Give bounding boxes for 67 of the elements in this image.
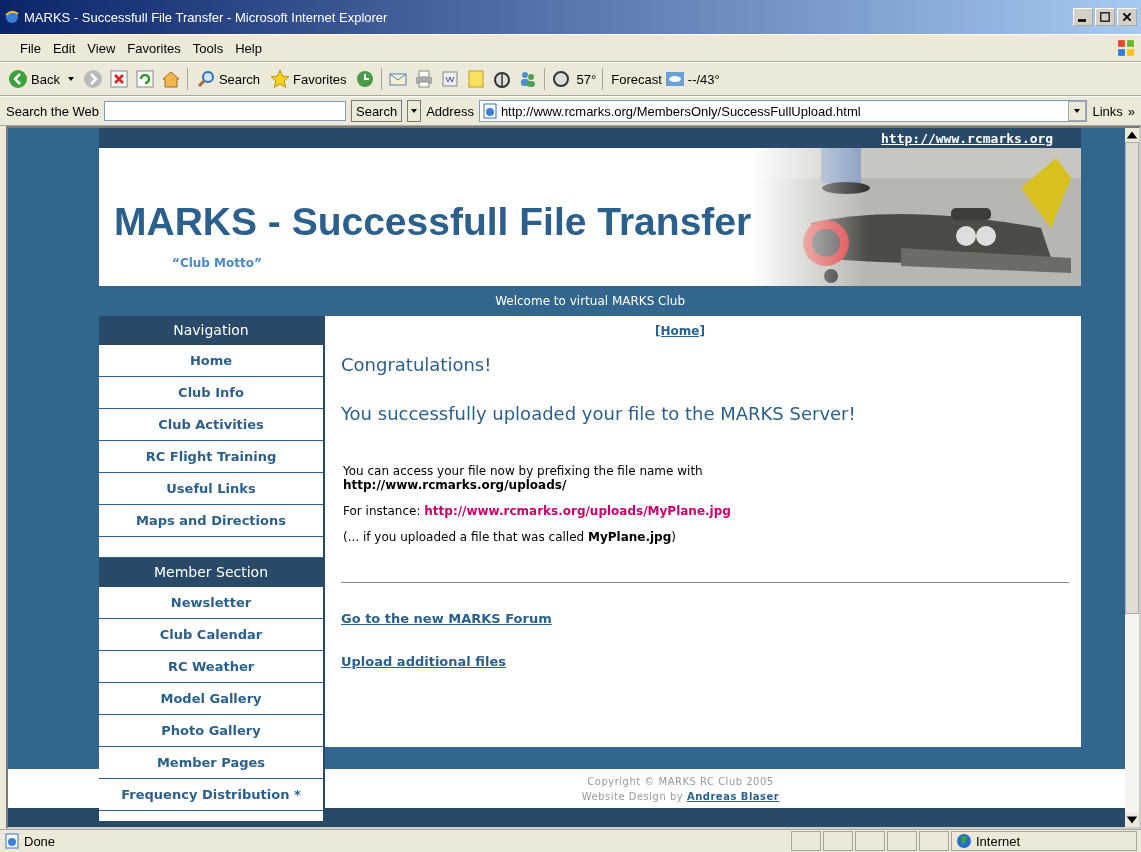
search-web-label: Search the Web [6, 103, 99, 119]
minimize-icon [1078, 19, 1086, 22]
menu-item[interactable]: Tools [192, 40, 224, 56]
star-icon [270, 69, 291, 89]
menu-item[interactable]: Edit [52, 40, 76, 56]
links-label[interactable]: Links [1092, 103, 1123, 119]
menu-item[interactable]: Favorites [127, 40, 181, 56]
sidebar-heading: Navigation [99, 316, 323, 345]
success-heading: You successfully uploaded your file to the MARKS Server! [341, 403, 857, 424]
globe-icon [956, 833, 972, 849]
close-icon [1120, 11, 1134, 23]
site-link[interactable]: http://www.rcmarks.org [881, 130, 1054, 146]
zone-text: Internet [976, 833, 1021, 849]
forward-icon[interactable] [82, 69, 103, 89]
search-field[interactable] [104, 101, 346, 121]
menu-item[interactable]: File [20, 40, 41, 56]
sidebar-heading: Member Section [99, 558, 323, 587]
search-button[interactable]: Search [351, 100, 403, 122]
page-heading: MARKS - Successfull File Transfer [114, 200, 752, 244]
design-credit: Website Design by [581, 790, 684, 802]
maximize-button[interactable] [1095, 8, 1115, 26]
note-text: (... if you uploaded a file that was called MyPlane.jpg) [343, 530, 677, 544]
menu-item[interactable]: Help [235, 40, 262, 56]
minimize-button[interactable] [1073, 8, 1093, 26]
access-text: You can access your file now by prefixing the file name with [343, 464, 703, 478]
page-icon [481, 103, 498, 119]
browser-logo-icon [4, 9, 20, 25]
temperature: 57° [576, 71, 597, 87]
windows-flag-icon [1117, 39, 1135, 57]
scroll-up-icon[interactable] [1125, 128, 1139, 142]
close-button[interactable] [1117, 8, 1137, 26]
print-icon[interactable] [413, 69, 434, 89]
address-label: Address [426, 103, 474, 119]
instance-label: For instance: [343, 504, 421, 518]
menu-item[interactable]: View [87, 40, 116, 56]
favorites-button[interactable]: Favorites [268, 69, 349, 89]
caret-icon [410, 107, 419, 115]
search-icon [195, 69, 216, 89]
example-url: http://www.rcmarks.org/uploads/MyPlane.jpg [424, 504, 731, 518]
home-link[interactable]: [Home] [655, 324, 705, 338]
status-text: Done [24, 833, 56, 849]
scroll-down-icon[interactable] [1125, 813, 1139, 827]
congratulations-heading: Congratulations! [341, 354, 493, 375]
designer-link[interactable]: Andreas Blaser [686, 790, 780, 802]
welcome-text: Welcome to virtual MARKS Club [495, 294, 686, 308]
back-button[interactable]: Back [6, 69, 77, 89]
content-link[interactable]: Go to the new MARKS Forum [341, 611, 1070, 626]
content-link[interactable]: Upload additional files [341, 654, 1070, 669]
cloud-icon [664, 69, 685, 89]
search-button[interactable]: Search [193, 69, 263, 89]
history-icon[interactable] [354, 69, 375, 89]
page-icon [4, 833, 20, 849]
copyright-text: Copyright © MARKS RC Club 2005 [587, 775, 774, 787]
forecast-button[interactable]: Forecast --/43° [609, 69, 722, 89]
stop-icon[interactable] [108, 69, 129, 89]
caret-icon [1073, 107, 1082, 115]
dropdown-button[interactable] [407, 100, 422, 122]
home-icon[interactable] [160, 69, 181, 89]
refresh-icon[interactable] [134, 69, 155, 89]
links-more[interactable]: » [1127, 103, 1135, 119]
club-motto: “Club Motto” [172, 256, 263, 270]
edit-icon[interactable] [439, 69, 460, 89]
window-title: MARKS - Successfull File Transfer - Microsoft Internet Explorer [24, 9, 389, 25]
prefix-url: http://www.rcmarks.org/uploads/ [343, 478, 567, 492]
maximize-icon [1098, 11, 1112, 23]
caret-icon [66, 75, 75, 83]
address-field[interactable]: http://www.rcmarks.org/MembersOnly/SuccessFullUpload.html [478, 100, 1088, 122]
